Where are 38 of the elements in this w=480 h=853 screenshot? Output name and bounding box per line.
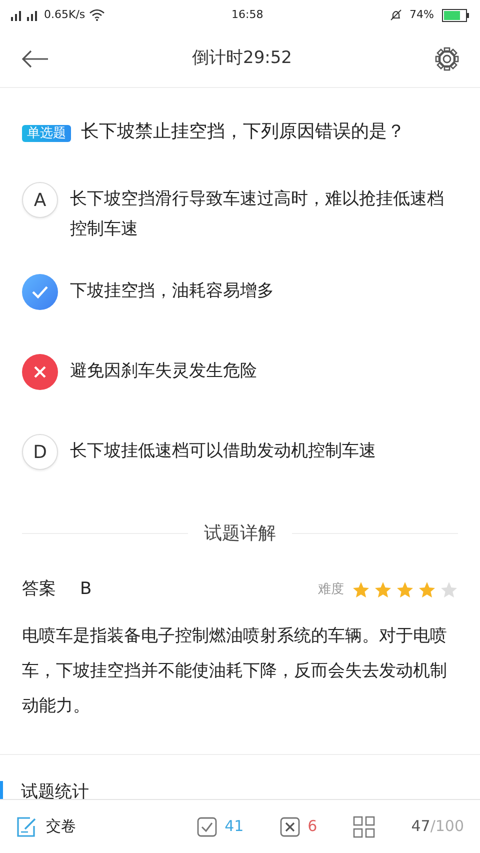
option-letter: A [22, 182, 58, 218]
answer-option[interactable]: 避免因刹车失灵发生危险 [22, 354, 458, 404]
question-text: 长下坡禁止挂空挡，下列原因错误的是？ [81, 121, 405, 142]
wifi-icon [89, 9, 106, 21]
cross-box-icon [280, 816, 300, 836]
star-icon [396, 580, 414, 599]
star-icon [440, 580, 458, 599]
submit-button[interactable]: 交卷 [16, 815, 76, 838]
wrong-mark-icon [22, 354, 58, 390]
network-speed: 0.65K/s [44, 6, 86, 23]
checkbox-icon [196, 816, 217, 836]
grid-icon[interactable] [353, 816, 376, 838]
star-icon [352, 580, 370, 599]
answer-option[interactable]: D 长下坡挂低速档可以借助发动机控制车速 [22, 434, 458, 484]
settings-icon[interactable] [434, 46, 460, 72]
status-time: 16:58 [232, 6, 264, 23]
answer-value: B [80, 578, 92, 601]
wrong-count: 6 [308, 816, 318, 838]
section-heading: 试题详解 [204, 522, 276, 546]
battery-percent: 74% [410, 6, 434, 23]
difficulty-label: 难度 [318, 581, 344, 599]
countdown-title: 倒计时29:52 [192, 46, 292, 70]
answer-label: 答案 [22, 578, 56, 601]
correct-mark-icon [22, 274, 58, 310]
answer-option[interactable]: A 长下坡空挡滑行导致车速过高时，难以抢挂低速档控制车速 [22, 182, 458, 244]
question-type-tag: 单选题 [22, 125, 71, 142]
correct-count: 41 [224, 816, 244, 838]
signal-icon [10, 9, 40, 21]
explanation-text: 电喷车是指装备电子控制燃油喷射系统的车辆。对于电喷车，下坡挂空挡并不能使油耗下降，反而会失去发动机制动能力。 [21, 624, 448, 718]
battery-icon [442, 8, 470, 22]
edit-icon [16, 816, 38, 838]
progress-count: 47/100 [411, 816, 464, 838]
bell-off-icon [390, 9, 402, 21]
star-icon [374, 580, 392, 599]
star-icon [418, 580, 436, 599]
answer-option[interactable]: 下坡挂空挡，油耗容易增多 [22, 274, 458, 324]
back-icon[interactable] [20, 48, 50, 68]
option-letter: D [22, 434, 58, 470]
